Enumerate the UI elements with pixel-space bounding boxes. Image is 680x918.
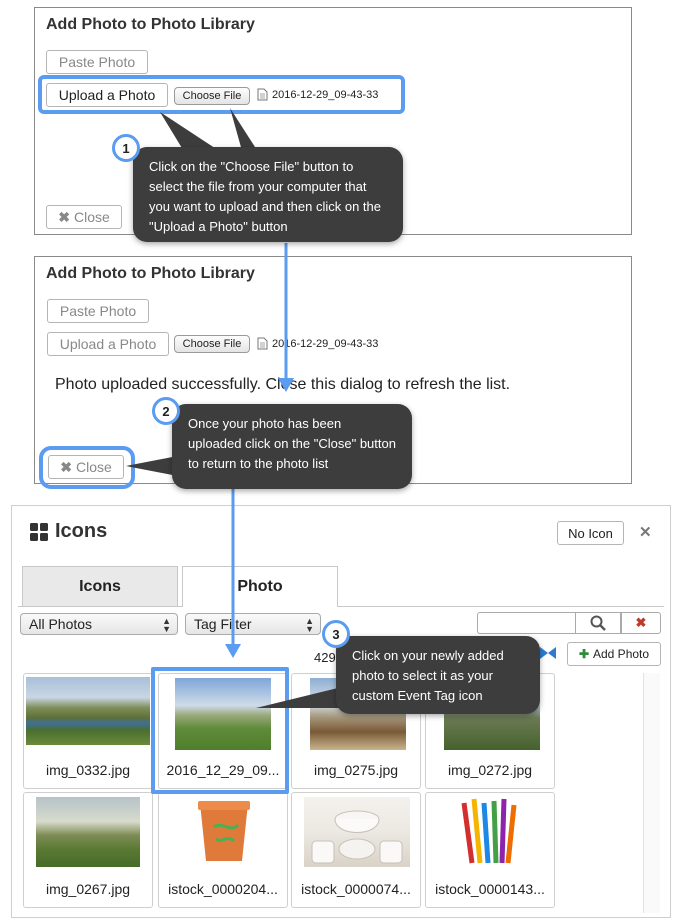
callout-1: Click on the "Choose File" button to sel… <box>133 147 403 242</box>
callout-3: Click on your newly added photo to selec… <box>336 636 540 714</box>
step-1-badge: 1 <box>112 134 140 162</box>
step-2-badge: 2 <box>152 397 180 425</box>
callout-2: Once your photo has been uploaded click … <box>172 404 412 489</box>
step-3-badge: 3 <box>322 620 350 648</box>
